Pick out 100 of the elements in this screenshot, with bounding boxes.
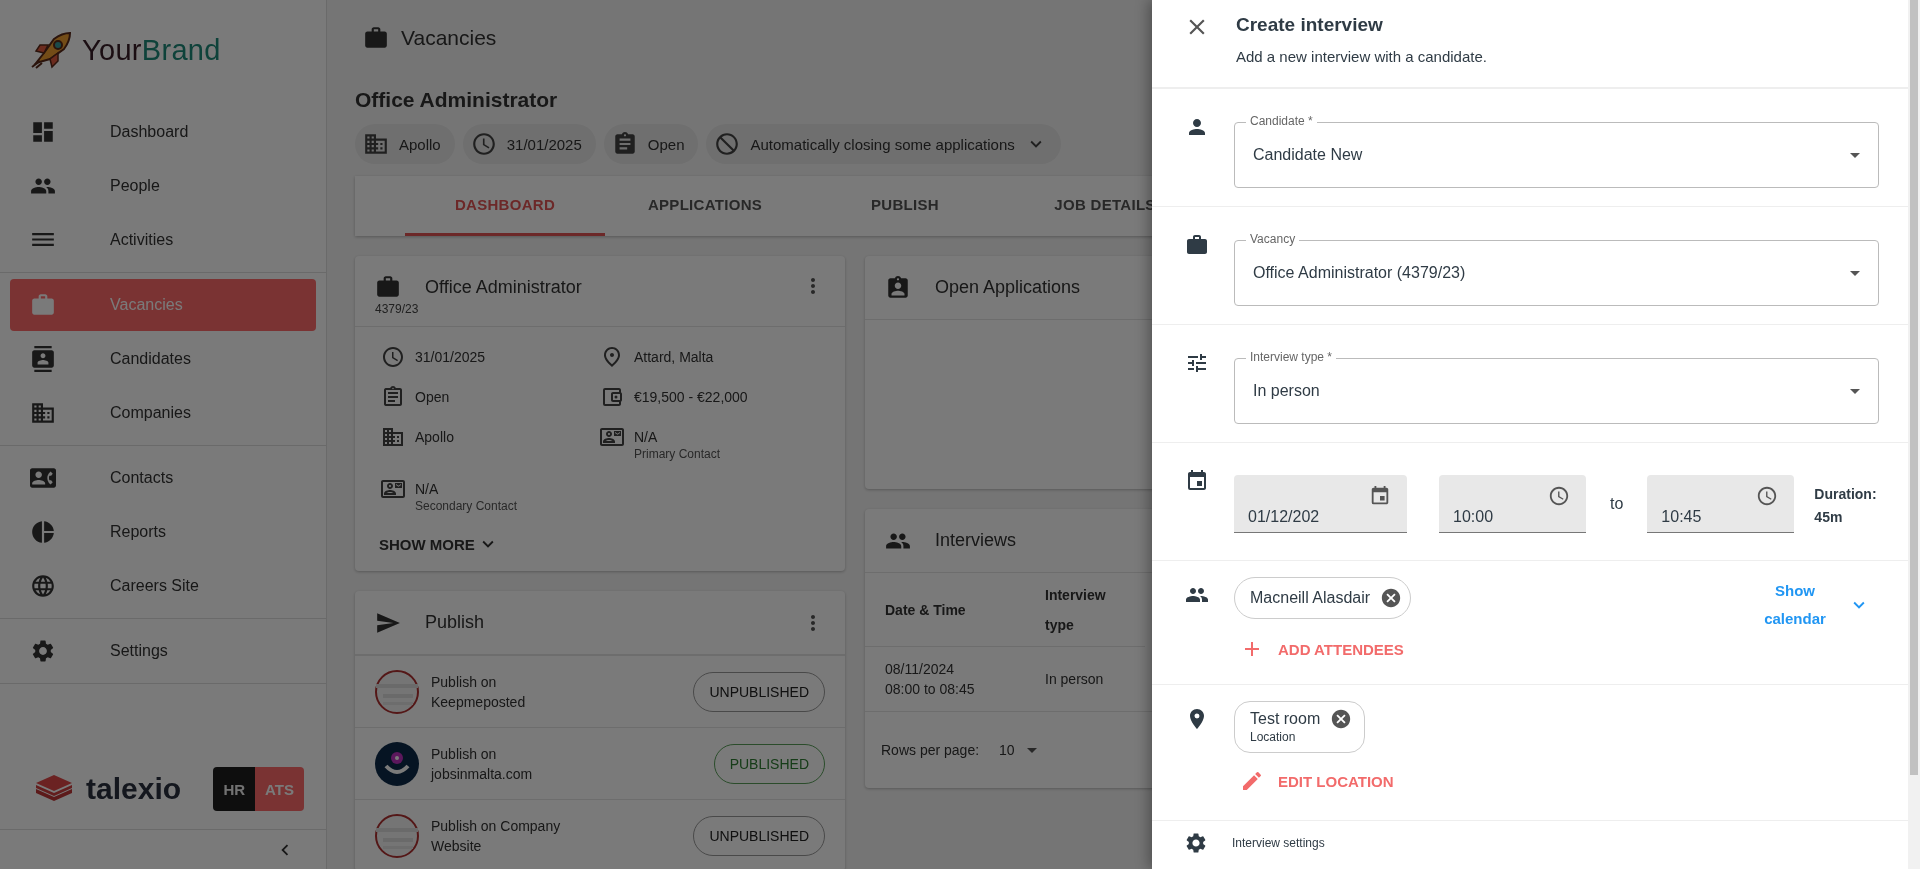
settings-icon (30, 638, 56, 664)
column-header: Interview type (1045, 573, 1145, 647)
pie-chart-icon (30, 519, 56, 545)
nav-item[interactable]: People (10, 160, 316, 212)
briefcase-icon (1185, 233, 1209, 257)
briefcase-icon (30, 292, 56, 318)
card-title: Publish (425, 612, 486, 633)
scrollbar[interactable] (1908, 0, 1920, 869)
page-thumbnail-icon (375, 813, 419, 858)
section-label: Interview settings (1232, 836, 1325, 850)
sliders-icon (1185, 351, 1209, 375)
table-cell: 08/11/2024 08:00 to 08:45 (865, 647, 1045, 712)
detail-value: Attard, Malta (634, 348, 714, 365)
field-label: Vacancy (1246, 231, 1300, 247)
remove-icon[interactable] (1330, 708, 1353, 730)
pin-logo-icon (375, 741, 419, 786)
info-chip[interactable]: Automatically closing some applications (706, 124, 1061, 164)
building-icon (30, 400, 56, 426)
card-title: Office Administrator (425, 276, 582, 298)
publish-label: Publish on Company Website (431, 816, 562, 856)
detail-caption: Primary Contact (634, 447, 721, 461)
dashboard-icon (30, 119, 56, 145)
show-calendar-link[interactable]: Show calendar (1756, 577, 1834, 633)
calendar-icon (1185, 469, 1209, 493)
nav-label: Vacancies (110, 296, 183, 314)
publish-label: Publish on jobsinmalta.com (431, 744, 534, 784)
nav-item[interactable]: Vacancies (10, 279, 316, 331)
nav-label: Activities (110, 231, 174, 249)
card-title: Open Applications (935, 277, 1082, 298)
clock-icon[interactable] (1756, 484, 1779, 507)
remove-icon[interactable] (1380, 587, 1403, 609)
nav-label: People (110, 177, 160, 195)
detail-value: 31/01/2025 (415, 348, 486, 365)
dropdown-arrow-icon (1850, 388, 1860, 394)
publish-label: Publish on Keepmeposted (431, 672, 527, 712)
nav-item[interactable]: Contacts (10, 452, 316, 504)
nav-item[interactable]: Activities (10, 214, 316, 266)
briefcase-icon (363, 25, 389, 51)
detail-value: N/A (415, 480, 440, 497)
publish-status-button[interactable]: UNPUBLISHED (693, 815, 825, 856)
product-switch-option[interactable]: HR (213, 767, 256, 811)
clipboard-icon (381, 385, 405, 409)
dropdown-arrow-icon (1026, 747, 1037, 753)
nav-item[interactable]: Candidates (10, 333, 316, 385)
rows-per-page-select[interactable]: 10 (999, 742, 1037, 758)
briefcase-icon (375, 274, 401, 300)
nav-label: Candidates (110, 350, 191, 368)
nav-item[interactable]: Settings (10, 625, 316, 677)
time-field[interactable]: 10:00 (1439, 475, 1586, 533)
clock-icon (381, 345, 405, 369)
publish-status-button[interactable]: UNPUBLISHED (693, 671, 825, 712)
nav-label: Settings (110, 642, 168, 660)
nav-label: Dashboard (110, 123, 189, 141)
dropdown-arrow-icon (1850, 152, 1860, 158)
field-label: Interview type * (1246, 349, 1337, 365)
info-chip[interactable]: Apollo (355, 124, 455, 164)
nav-label: Reports (110, 523, 167, 541)
nav-item[interactable]: Dashboard (10, 106, 316, 158)
phone-card-icon (30, 465, 56, 491)
dropdown-arrow-icon (1850, 270, 1860, 276)
tab[interactable]: DASHBOARD (405, 176, 605, 236)
time-field[interactable]: 10:45 (1647, 475, 1795, 533)
vacancy-code: 4379/23 (375, 302, 420, 316)
building-icon (381, 425, 405, 449)
contact-card-icon (381, 477, 405, 501)
clock-icon (470, 131, 497, 157)
range-separator: to (1610, 494, 1624, 514)
building-icon (363, 131, 389, 157)
tab[interactable]: PUBLISH (805, 176, 1005, 236)
settings-icon (1184, 831, 1208, 855)
vacancy-title: Office Administrator (355, 88, 558, 112)
contact-card-icon (30, 346, 56, 372)
detail-value: Apollo (415, 428, 454, 445)
tab[interactable]: APPLICATIONS (605, 176, 805, 236)
card-title: Interviews (935, 530, 1018, 551)
date-field[interactable]: 01/12/202 (1234, 475, 1407, 533)
nav-item[interactable]: Reports (10, 506, 316, 558)
column-header: Date & Time (865, 573, 1045, 647)
brand-name: YourBrand (82, 33, 221, 67)
nav-item[interactable]: Companies (10, 387, 316, 439)
calendar-icon[interactable] (1369, 484, 1391, 507)
rocket-logo-icon (30, 31, 74, 69)
location-chip[interactable]: Test room Location (1234, 701, 1366, 753)
edit-location-button[interactable]: EDIT LOCATION (1234, 765, 1400, 797)
info-chip[interactable]: Open (603, 124, 699, 164)
contact-clipboard-icon (885, 274, 911, 301)
nav-label: Careers Site (110, 577, 199, 595)
contact-card-icon (600, 425, 624, 449)
show-more-button[interactable]: SHOW MORE (369, 527, 509, 561)
detail-value: €19,500 - €22,000 (634, 388, 748, 405)
block-icon (714, 131, 741, 157)
clock-icon[interactable] (1548, 484, 1570, 507)
rows-per-page-label: Rows per page: (881, 742, 980, 758)
talexio-logo-text: talexio (86, 772, 182, 806)
detail-value: Open (415, 388, 450, 405)
nav-item[interactable]: Careers Site (10, 560, 316, 612)
info-chip[interactable]: 31/01/2025 (462, 124, 596, 164)
duration-text: Duration: 45m (1814, 485, 1878, 527)
publish-status-button[interactable]: PUBLISHED (713, 743, 825, 784)
globe-icon (30, 573, 56, 599)
